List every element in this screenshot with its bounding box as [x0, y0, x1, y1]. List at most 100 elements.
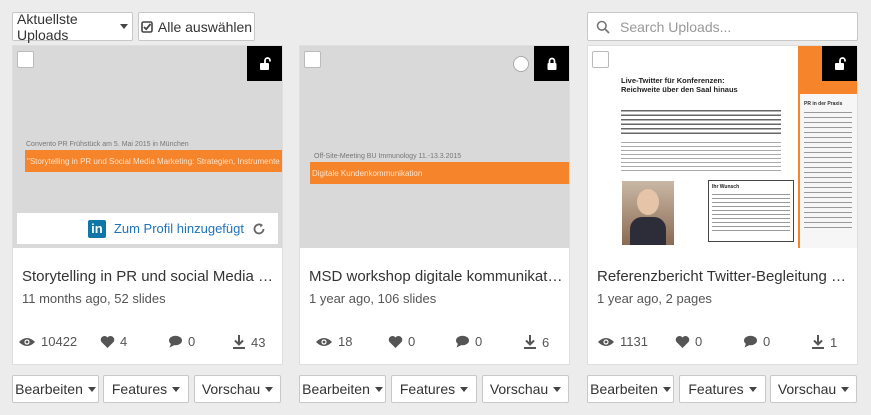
lock-toggle[interactable]	[534, 46, 569, 81]
edit-button[interactable]: Bearbeiten	[12, 375, 99, 403]
views-count: 18	[338, 334, 353, 349]
brand-logo-icon	[513, 56, 529, 72]
select-all-label: Alle auswählen	[157, 18, 253, 35]
likes-count: 0	[695, 334, 703, 349]
edit-button[interactable]: Bearbeiten	[299, 375, 386, 403]
doc-callout-box: Ihr Wunsch	[708, 180, 794, 242]
views-stat: 10422	[18, 334, 77, 349]
download-icon	[524, 335, 536, 349]
download-icon	[812, 335, 824, 349]
views-stat: 18	[315, 334, 352, 349]
likes-stat: 0	[675, 334, 702, 349]
card-meta: 1 year ago, 2 pages	[597, 291, 712, 306]
doc-headline-2: Reichweite über den Saal hinaus	[621, 85, 738, 94]
card-title[interactable]: MSD workshop digitale kommunikatio…	[309, 268, 564, 285]
heart-icon	[100, 335, 115, 348]
downloads-stat: 43	[232, 334, 265, 350]
features-button-label: Features	[111, 381, 168, 397]
preview-button[interactable]: Vorschau	[770, 375, 857, 403]
select-checkbox[interactable]	[592, 51, 609, 68]
views-count: 1131	[620, 334, 648, 349]
linkedin-added-bar[interactable]: in Zum Profil hinzugefügt	[17, 213, 278, 244]
edit-button-label: Bearbeiten	[590, 381, 658, 397]
search-icon	[596, 20, 610, 34]
sort-dropdown[interactable]: Aktuellste Uploads	[12, 10, 133, 43]
checkbox-checked-icon	[141, 20, 153, 33]
chevron-down-icon	[748, 386, 757, 392]
sort-dropdown-label: Aktuellste Uploads	[17, 10, 78, 43]
search-box[interactable]	[587, 12, 858, 41]
comment-icon	[744, 335, 757, 348]
likes-count: 4	[120, 334, 128, 349]
heart-icon	[675, 335, 690, 348]
card-stats: 10422 4 0 43	[18, 334, 280, 354]
linkedin-icon: in	[87, 219, 106, 238]
preview-button-label: Vorschau	[489, 381, 549, 397]
card-stats: 1131 0 0 1	[593, 334, 855, 354]
downloads-stat: 1	[811, 334, 837, 350]
slide-thumbnail[interactable]: Convento PR Frühstück am 5. Mai 2015 in …	[13, 46, 282, 248]
chevron-down-icon	[553, 386, 562, 392]
features-button[interactable]: Features	[679, 375, 766, 403]
select-checkbox[interactable]	[304, 51, 321, 68]
slide-caption: Off-Site-Meeting BU Immunology 11.-13.3.…	[314, 153, 462, 160]
download-icon	[233, 335, 245, 349]
unlock-toggle[interactable]	[247, 46, 282, 81]
select-checkbox[interactable]	[17, 51, 34, 68]
unlock-icon	[259, 56, 271, 70]
card-meta: 11 months ago, 52 slides	[22, 291, 166, 306]
upload-card[interactable]: Live-Twitter für Konferenzen: Reichweite…	[587, 45, 858, 365]
heart-icon	[388, 335, 403, 348]
downloads-count: 1	[830, 334, 838, 350]
comment-icon	[169, 335, 182, 348]
features-button-label: Features	[399, 381, 456, 397]
likes-stat: 0	[388, 334, 415, 349]
chevron-down-icon	[374, 386, 383, 392]
doc-lead-text	[621, 110, 781, 134]
comments-stat: 0	[743, 334, 770, 349]
preview-button[interactable]: Vorschau	[482, 375, 569, 403]
chevron-down-icon	[460, 386, 469, 392]
downloads-count: 6	[542, 334, 550, 350]
features-button[interactable]: Features	[103, 375, 189, 403]
edit-button[interactable]: Bearbeiten	[587, 375, 674, 403]
chevron-down-icon	[841, 386, 850, 392]
card-meta: 1 year ago, 106 slides	[309, 291, 437, 306]
chevron-down-icon	[662, 386, 671, 392]
lock-icon	[547, 57, 556, 70]
document-thumbnail[interactable]: Live-Twitter für Konferenzen: Reichweite…	[588, 46, 857, 248]
doc-headline: Live-Twitter für Konferenzen:	[621, 76, 725, 85]
chevron-down-icon	[172, 386, 181, 392]
downloads-count: 43	[251, 334, 266, 350]
eye-icon	[19, 337, 35, 346]
views-count: 10422	[41, 334, 78, 349]
comments-stat: 0	[168, 334, 195, 349]
chevron-down-icon	[120, 24, 128, 29]
select-all-button[interactable]: Alle auswählen	[138, 12, 255, 41]
comments-count: 0	[475, 334, 483, 349]
linkedin-added-label: Zum Profil hinzugefügt	[113, 221, 244, 236]
preview-button-label: Vorschau	[777, 381, 837, 397]
chevron-down-icon	[265, 386, 274, 392]
comment-icon	[456, 335, 469, 348]
preview-button[interactable]: Vorschau	[194, 375, 281, 403]
slide-caption: Convento PR Frühstück am 5. Mai 2015 in …	[26, 141, 189, 148]
likes-stat: 4	[100, 334, 127, 349]
upload-card[interactable]: Convento PR Frühstück am 5. Mai 2015 in …	[12, 45, 283, 365]
comments-count: 0	[188, 334, 196, 349]
comments-count: 0	[763, 334, 771, 349]
upload-card[interactable]: Off-Site-Meeting BU Immunology 11.-13.3.…	[299, 45, 570, 365]
doc-body-text	[621, 142, 781, 174]
card-title[interactable]: Referenzbericht Twitter-Begleitung au…	[597, 268, 852, 285]
views-stat: 1131	[597, 334, 648, 349]
downloads-stat: 6	[523, 334, 549, 350]
card-title[interactable]: Storytelling in PR und social Media M…	[22, 268, 277, 285]
chevron-down-icon	[87, 386, 96, 392]
slide-thumbnail[interactable]: Off-Site-Meeting BU Immunology 11.-13.3.…	[300, 46, 569, 248]
preview-button-label: Vorschau	[201, 381, 261, 397]
unlock-toggle[interactable]	[822, 46, 857, 81]
search-input[interactable]	[618, 17, 852, 36]
refresh-icon[interactable]	[252, 222, 266, 236]
features-button[interactable]: Features	[391, 375, 477, 403]
slide-title-band: Digitale Kundenkommunikation	[310, 162, 569, 184]
